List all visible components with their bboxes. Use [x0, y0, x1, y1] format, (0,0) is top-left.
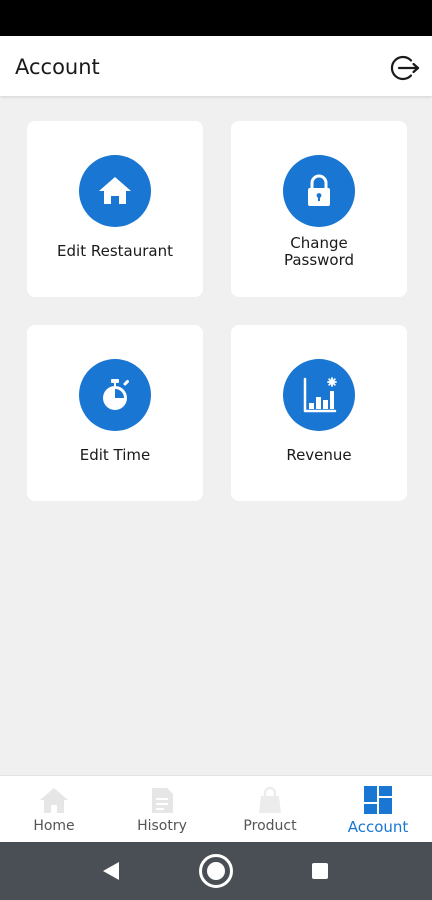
page-title: Account [15, 55, 100, 79]
recents-square-icon [301, 852, 339, 890]
nav-item-product[interactable]: Product [216, 776, 324, 843]
home-circle-icon [197, 852, 235, 890]
nav-item-home[interactable]: Home [0, 776, 108, 843]
system-navigation-bar [0, 842, 432, 900]
system-home-button[interactable] [197, 852, 235, 890]
revenue-label: Revenue [286, 446, 352, 464]
change-password-card[interactable]: Change Password [231, 121, 407, 297]
app-bar: Account [0, 36, 432, 96]
edit-time-label: Edit Time [79, 446, 151, 464]
change-password-label: Change Password [283, 234, 355, 269]
lock-icon [283, 155, 355, 227]
revenue-card[interactable]: Revenue [231, 325, 407, 501]
bar-chart-icon [283, 359, 355, 431]
bottom-navigation: Home Hisotry Product Account [0, 775, 432, 842]
edit-restaurant-label: Edit Restaurant [57, 242, 173, 260]
system-recents-button[interactable] [301, 852, 339, 890]
document-icon [146, 784, 178, 816]
nav-item-history[interactable]: Hisotry [108, 776, 216, 843]
edit-restaurant-card[interactable]: Edit Restaurant [27, 121, 203, 297]
system-back-button[interactable] [92, 852, 130, 890]
nav-label-product: Product [243, 818, 297, 834]
nav-item-account[interactable]: Account [324, 776, 432, 843]
dashboard-icon [362, 784, 394, 816]
home-icon [38, 784, 70, 816]
shopping-bag-icon [254, 784, 286, 816]
nav-label-account: Account [347, 818, 409, 836]
stopwatch-icon [79, 359, 151, 431]
logout-icon [388, 53, 420, 83]
logout-button[interactable] [388, 53, 420, 83]
nav-label-history: Hisotry [137, 818, 187, 834]
nav-label-home: Home [33, 818, 75, 834]
edit-time-card[interactable]: Edit Time [27, 325, 203, 501]
home-icon [79, 155, 151, 227]
status-bar [0, 0, 432, 36]
back-triangle-icon [92, 852, 130, 890]
